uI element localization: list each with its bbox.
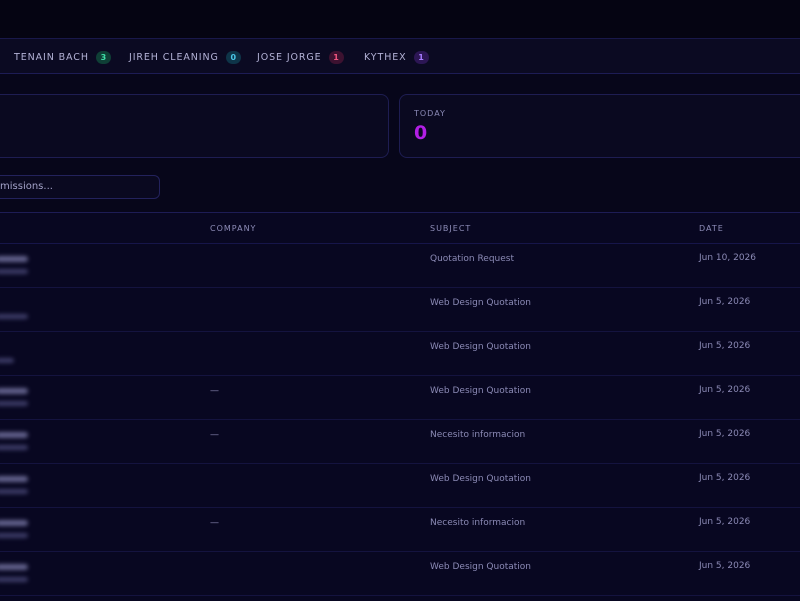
tab-jireh-cleaning[interactable]: JIREH CLEANING 0 [129, 39, 241, 75]
redacted-email [0, 269, 28, 274]
tab-kythex[interactable]: KYTHEX 1 [364, 39, 429, 75]
table-row[interactable]: Web Design Quotation Jun 5, 2026 [0, 551, 800, 596]
redacted-name [0, 256, 28, 262]
date-cell: Jun 5, 2026 [699, 297, 751, 307]
submissions-table: COMPANY SUBJECT DATE Quotation Request J… [0, 212, 800, 601]
company-cell: — [210, 518, 219, 528]
stat-label: TODAY [414, 109, 446, 118]
tab-count-badge: 0 [225, 50, 241, 64]
tab-count-badge: 3 [95, 50, 111, 64]
subject-cell: Web Design Quotation [430, 386, 531, 396]
date-cell: Jun 5, 2026 [699, 429, 751, 439]
redacted-email [0, 358, 14, 363]
table-header: COMPANY SUBJECT DATE [0, 213, 800, 244]
table-row[interactable]: — Necesito informacion Jun 5, 2026 [0, 419, 800, 464]
stat-card-today: TODAY 0 [399, 94, 800, 158]
column-header-company[interactable]: COMPANY [210, 224, 256, 233]
redacted-name [0, 520, 28, 526]
redacted-name [0, 432, 28, 438]
redacted-name [0, 564, 28, 570]
redacted-email [0, 401, 28, 406]
company-cell: — [210, 386, 219, 396]
subject-cell: Web Design Quotation [430, 342, 531, 352]
search-placeholder: missions... [0, 181, 53, 192]
stat-card-total [0, 94, 389, 158]
subject-cell: Necesito informacion [430, 430, 526, 440]
subject-cell: Web Design Quotation [430, 562, 531, 572]
table-row[interactable]: Quotation Request Jun 10, 2026 [0, 243, 800, 288]
redacted-email [0, 314, 28, 319]
subject-cell: Web Design Quotation [430, 474, 531, 484]
tab-label: TENAIN BACH [14, 51, 89, 63]
subject-cell: Web Design Quotation [430, 298, 531, 308]
date-cell: Jun 10, 2026 [699, 253, 757, 263]
redacted-email [0, 445, 28, 450]
date-cell: Jun 5, 2026 [699, 517, 751, 527]
redacted-name [0, 476, 28, 482]
table-row[interactable]: Web Design Quotation Jun 5, 2026 [0, 463, 800, 508]
column-header-date[interactable]: DATE [699, 224, 724, 233]
client-tabs: TENAIN BACH 3 JIREH CLEANING 0 JOSE JORG… [0, 38, 800, 74]
date-cell: Jun 5, 2026 [699, 473, 751, 483]
date-cell: Jun 5, 2026 [699, 341, 751, 351]
table-row[interactable]: Web Design Quotation Jun 5, 2026 [0, 331, 800, 376]
column-header-subject[interactable]: SUBJECT [430, 224, 471, 233]
tab-label: KYTHEX [364, 51, 407, 63]
date-cell: Jun 5, 2026 [699, 385, 751, 395]
table-row[interactable]: — Web Design Quotation Jun 5, 2026 [0, 375, 800, 420]
redacted-name [0, 388, 28, 394]
tab-count-badge: 1 [413, 50, 429, 64]
company-cell: — [210, 430, 219, 440]
redacted-email [0, 489, 28, 494]
subject-cell: Quotation Request [430, 254, 514, 264]
tab-jose-jorge[interactable]: JOSE JORGE 1 [257, 39, 344, 75]
redacted-email [0, 577, 28, 582]
table-row[interactable]: Web Design Quotation Jun 5, 2026 [0, 287, 800, 332]
tab-tenain-bach[interactable]: TENAIN BACH 3 [14, 39, 111, 75]
stat-value: 0 [414, 122, 428, 144]
tab-count-badge: 1 [328, 50, 344, 64]
subject-cell: Necesito informacion [430, 518, 526, 528]
top-bar [0, 0, 800, 38]
tab-label: JOSE JORGE [257, 51, 322, 63]
date-cell: Jun 5, 2026 [699, 561, 751, 571]
table-row[interactable]: — Necesito informacion Jun 5, 2026 [0, 507, 800, 552]
tab-label: JIREH CLEANING [129, 51, 219, 63]
redacted-email [0, 533, 28, 538]
